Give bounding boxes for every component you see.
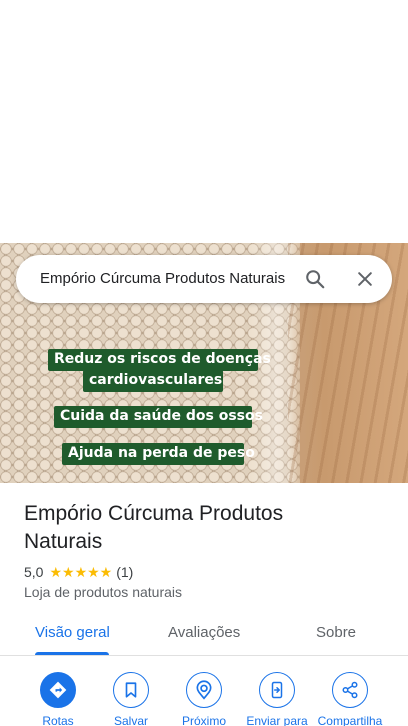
place-title: Empório Cúrcuma Produtos Naturais: [24, 502, 284, 553]
photo-caption: Reduz os riscos de doenças: [48, 349, 271, 371]
search-button[interactable]: [301, 265, 329, 293]
share-button[interactable]: Compartilha: [312, 672, 388, 726]
photo-caption: cardiovasculares: [83, 370, 223, 392]
bookmark-icon: [125, 682, 137, 698]
nearby-icon: [196, 680, 212, 700]
photo-caption: Cuida da saúde dos ossos: [54, 406, 263, 428]
search-input[interactable]: Empório Cúrcuma Produtos Naturais: [40, 255, 302, 303]
send-to-phone-label: Enviar para: [246, 714, 308, 726]
tab-about[interactable]: Sobre: [316, 624, 356, 641]
place-category: Loja de produtos naturais: [24, 584, 182, 600]
review-count: (1): [116, 564, 134, 580]
map-area[interactable]: [0, 0, 408, 243]
tab-bar: Visão geral Avaliações Sobre: [0, 614, 408, 656]
directions-label: Rotas: [42, 714, 74, 726]
close-icon: [358, 272, 372, 286]
directions-button-circle: [40, 672, 76, 708]
search-box: Empório Cúrcuma Produtos Naturais: [16, 255, 392, 303]
share-button-circle: [332, 672, 368, 708]
close-button[interactable]: [351, 265, 379, 293]
directions-button[interactable]: Rotas: [20, 672, 96, 726]
tab-overview[interactable]: Visão geral: [35, 624, 110, 641]
send-to-phone-icon: [271, 681, 283, 699]
rating-row[interactable]: 5,0 ★★★★★ (1): [24, 563, 133, 581]
photo-caption: Ajuda na perda de peso: [62, 443, 255, 465]
send-to-phone-button-circle: [259, 672, 295, 708]
nearby-label: Próximo: [181, 714, 226, 726]
rating-value: 5,0: [24, 564, 44, 580]
share-label: Compartilha: [317, 714, 383, 726]
search-icon: [306, 270, 325, 289]
tab-active-indicator: [35, 652, 109, 655]
directions-icon: [49, 681, 67, 699]
tab-reviews[interactable]: Avaliações: [168, 624, 240, 641]
save-button-circle: [113, 672, 149, 708]
share-icon: [342, 681, 358, 699]
save-label: Salvar: [113, 714, 148, 726]
save-button[interactable]: Salvar: [93, 672, 169, 726]
send-to-phone-button[interactable]: Enviar para: [239, 672, 315, 726]
star-rating-icon: ★★★★★: [49, 563, 113, 580]
nearby-button-circle: [186, 672, 222, 708]
nearby-button[interactable]: Próximo: [166, 672, 242, 726]
